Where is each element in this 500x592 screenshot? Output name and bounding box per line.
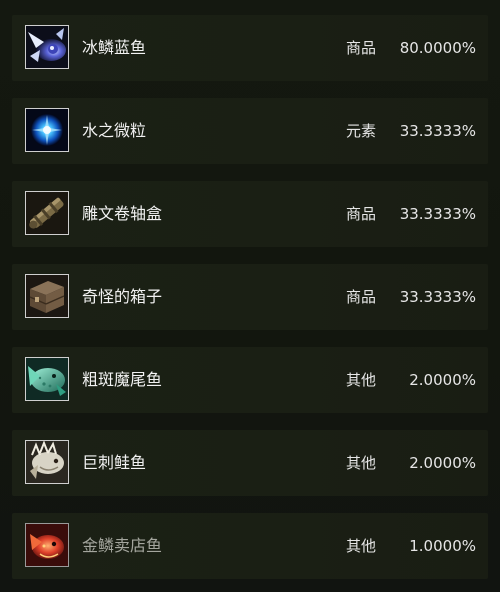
item-type: 商品 <box>346 288 377 306</box>
item-name: 粗斑魔尾鱼 <box>82 370 163 389</box>
loot-item-row[interactable]: 冰鳞蓝鱼 商品 80.0000% <box>12 15 488 81</box>
item-type: 商品 <box>346 205 377 223</box>
item-type: 其他 <box>346 454 377 472</box>
spotted-feltail-icon[interactable] <box>25 357 69 401</box>
giant-spine-salmon-icon[interactable] <box>25 440 69 484</box>
item-name: 奇怪的箱子 <box>82 287 163 306</box>
strange-box-icon[interactable] <box>25 274 69 318</box>
item-name: 冰鳞蓝鱼 <box>82 38 147 57</box>
loot-item-row[interactable]: 金鳞卖店鱼 其他 1.0000% <box>12 513 488 579</box>
water-particle-icon[interactable] <box>25 108 69 152</box>
item-type: 商品 <box>346 39 377 57</box>
ice-scale-blue-fish-icon[interactable] <box>25 25 69 69</box>
item-type: 其他 <box>346 371 377 389</box>
item-name: 金鳞卖店鱼 <box>82 536 163 555</box>
loot-item-row[interactable]: 奇怪的箱子 商品 33.3333% <box>12 264 488 330</box>
item-type: 元素 <box>346 122 377 140</box>
drop-rate: 80.0000% <box>399 39 476 57</box>
loot-item-row[interactable]: 粗斑魔尾鱼 其他 2.0000% <box>12 347 488 413</box>
drop-rate: 2.0000% <box>409 454 476 472</box>
loot-item-row[interactable]: 雕文卷轴盒 商品 33.3333% <box>12 181 488 247</box>
loot-item-row[interactable]: 水之微粒 元素 33.3333% <box>12 98 488 164</box>
item-name: 雕文卷轴盒 <box>82 204 163 223</box>
drop-rate: 33.3333% <box>399 122 476 140</box>
glyph-scroll-case-icon[interactable] <box>25 191 69 235</box>
golden-scale-vendor-fish-icon[interactable] <box>25 523 69 567</box>
drop-rate: 33.3333% <box>399 288 476 306</box>
item-name: 巨刺鲑鱼 <box>82 453 147 472</box>
drop-rate: 2.0000% <box>409 371 476 389</box>
drop-rate: 1.0000% <box>409 537 476 555</box>
drop-rate: 33.3333% <box>399 205 476 223</box>
item-name: 水之微粒 <box>82 121 147 140</box>
item-type: 其他 <box>346 537 377 555</box>
loot-item-row[interactable]: 巨刺鲑鱼 其他 2.0000% <box>12 430 488 496</box>
loot-table: 冰鳞蓝鱼 商品 80.0000% 水之微粒 元素 33.3333% 雕文卷轴盒 … <box>0 0 500 592</box>
